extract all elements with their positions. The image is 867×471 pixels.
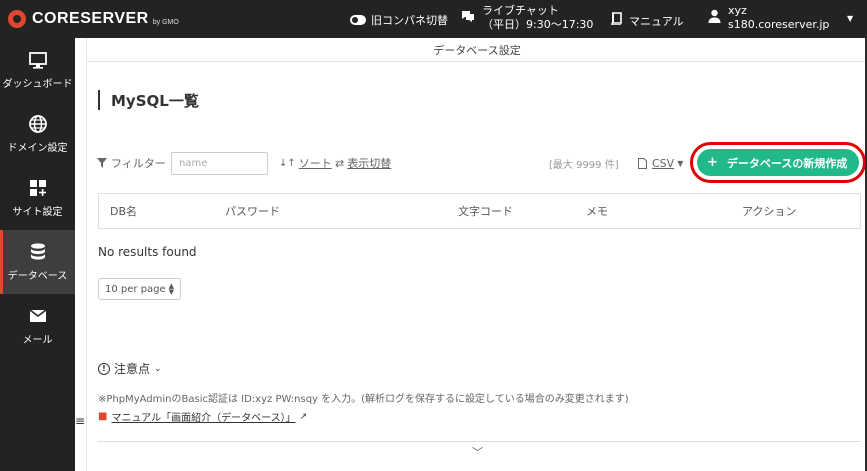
updown-icon: ▲ ▼ bbox=[168, 282, 174, 296]
old-panel-toggle[interactable]: 旧コンパネ切替 bbox=[350, 12, 448, 28]
notes-toggle-label: 注意点 bbox=[114, 362, 151, 376]
user-server: s180.coreserver.jp bbox=[728, 18, 830, 31]
filter-icon bbox=[97, 158, 107, 168]
user-menu-chevron[interactable]: ▼ bbox=[847, 14, 853, 23]
sidebar-item-label: サイト設定 bbox=[12, 207, 63, 218]
divider bbox=[98, 441, 861, 442]
manual-header-link[interactable]: マニュアル bbox=[610, 12, 684, 29]
empty-message: No results found bbox=[98, 245, 197, 259]
chat-title: ライブチャット bbox=[482, 4, 559, 17]
old-panel-label: 旧コンパネ切替 bbox=[371, 14, 448, 27]
external-link-icon: ↗ bbox=[299, 411, 308, 422]
manual-header-label: マニュアル bbox=[629, 14, 684, 28]
manual-link-label: マニュアル「画面紹介（データベース）」 bbox=[111, 413, 296, 424]
sidebar-item-domain[interactable]: ドメイン設定 bbox=[0, 102, 75, 166]
column-charset: 文字コード bbox=[458, 205, 513, 218]
create-database-label: データベースの新規作成 bbox=[726, 156, 848, 170]
mail-icon bbox=[29, 309, 46, 322]
book-icon: ■ bbox=[98, 411, 108, 422]
chevron-down-icon: ⌄ bbox=[154, 363, 162, 374]
filter-label-group: フィルター bbox=[97, 151, 166, 175]
live-chat-link[interactable]: ライブチャット （平日）9:30～17:30 bbox=[461, 4, 593, 32]
info-icon: ! bbox=[98, 362, 110, 375]
sidebar-item-label: ドメイン設定 bbox=[7, 143, 68, 154]
user-menu[interactable]: xyz s180.coreserver.jp bbox=[708, 4, 829, 32]
sidebar-item-dashboard[interactable]: ダッシュボード bbox=[0, 38, 75, 102]
csv-dropdown[interactable]: CSV ▼ bbox=[638, 151, 683, 175]
sidebar-item-label: ダッシュボード bbox=[2, 79, 73, 90]
top-header: CORESERVER by GMO 旧コンパネ切替 ライブチャット （平日）9:… bbox=[0, 0, 867, 38]
brand-sub: by GMO bbox=[152, 18, 179, 26]
grid-plus-icon bbox=[29, 180, 46, 196]
panel-divider bbox=[86, 38, 87, 471]
user-icon bbox=[708, 9, 721, 27]
plus-icon: + bbox=[707, 155, 718, 170]
table-header: DB名 パスワード 文字コード メモ アクション bbox=[98, 193, 861, 229]
filter-label: フィルター bbox=[111, 157, 166, 170]
brand-name: CORESERVER bbox=[32, 10, 149, 27]
column-password: パスワード bbox=[225, 205, 280, 218]
max-count-note: [最大 9999 件] bbox=[549, 159, 619, 171]
caret-down-icon: ▼ bbox=[847, 14, 854, 23]
sidebar-item-database[interactable]: データベース bbox=[0, 230, 75, 294]
chat-hours: （平日）9:30～17:30 bbox=[482, 18, 594, 31]
book-icon bbox=[610, 12, 622, 29]
brand-logo[interactable]: CORESERVER by GMO bbox=[8, 10, 179, 28]
chat-bubble-icon bbox=[461, 10, 475, 26]
main-panel: データベース設定 MySQL一覧 フィルター ↓↑ ソート ⇄ 表示切替 [最大… bbox=[75, 38, 867, 471]
sort-label: ソート bbox=[298, 157, 332, 170]
filter-input[interactable] bbox=[171, 151, 268, 175]
page-title: MySQL一覧 bbox=[98, 90, 199, 110]
sidebar-item-mail[interactable]: メール bbox=[0, 294, 75, 358]
per-page-value: 10 per page bbox=[105, 283, 166, 295]
user-name: xyz bbox=[728, 4, 747, 17]
sort-icon: ↓↑ bbox=[279, 157, 296, 169]
basic-auth-note: ※PhpMyAdminのBasic認証は ID:xyz PW:nsqy を入力。… bbox=[98, 394, 629, 405]
csv-label: CSV bbox=[652, 156, 675, 170]
sidebar: ダッシュボード ドメイン設定 サイト設定 データベース メール bbox=[0, 38, 75, 471]
manual-database-link[interactable]: ■ マニュアル「画面紹介（データベース）」 ↗ bbox=[98, 409, 307, 424]
logo-icon bbox=[8, 10, 26, 28]
menu-icon[interactable]: ≡ bbox=[75, 414, 86, 428]
column-memo: メモ bbox=[586, 205, 608, 218]
display-toggle-label: 表示切替 bbox=[347, 157, 392, 170]
swap-arrows-icon: ⇄ bbox=[335, 156, 345, 170]
toggle-icon bbox=[350, 15, 366, 25]
display-toggle-link[interactable]: ⇄ 表示切替 bbox=[335, 151, 391, 175]
caret-down-icon: ▼ bbox=[677, 158, 684, 168]
globe-icon bbox=[28, 115, 47, 133]
database-icon bbox=[30, 243, 45, 260]
column-db-name: DB名 bbox=[110, 205, 138, 218]
column-action: アクション bbox=[742, 205, 797, 218]
monitor-icon bbox=[28, 52, 47, 69]
breadcrumb: データベース設定 bbox=[87, 38, 867, 62]
expand-chevron-icon[interactable]: ﹀ bbox=[472, 444, 483, 460]
notes-toggle[interactable]: ! 注意点 ⌄ bbox=[98, 360, 162, 377]
per-page-select[interactable]: 10 per page ▲ ▼ bbox=[98, 278, 181, 300]
document-icon bbox=[638, 157, 647, 169]
sidebar-item-site[interactable]: サイト設定 bbox=[0, 166, 75, 230]
create-database-button[interactable]: + データベースの新規作成 bbox=[690, 142, 866, 183]
sort-link[interactable]: ↓↑ ソート bbox=[279, 151, 332, 175]
sidebar-item-label: メール bbox=[22, 335, 53, 346]
sidebar-item-label: データベース bbox=[7, 271, 68, 282]
